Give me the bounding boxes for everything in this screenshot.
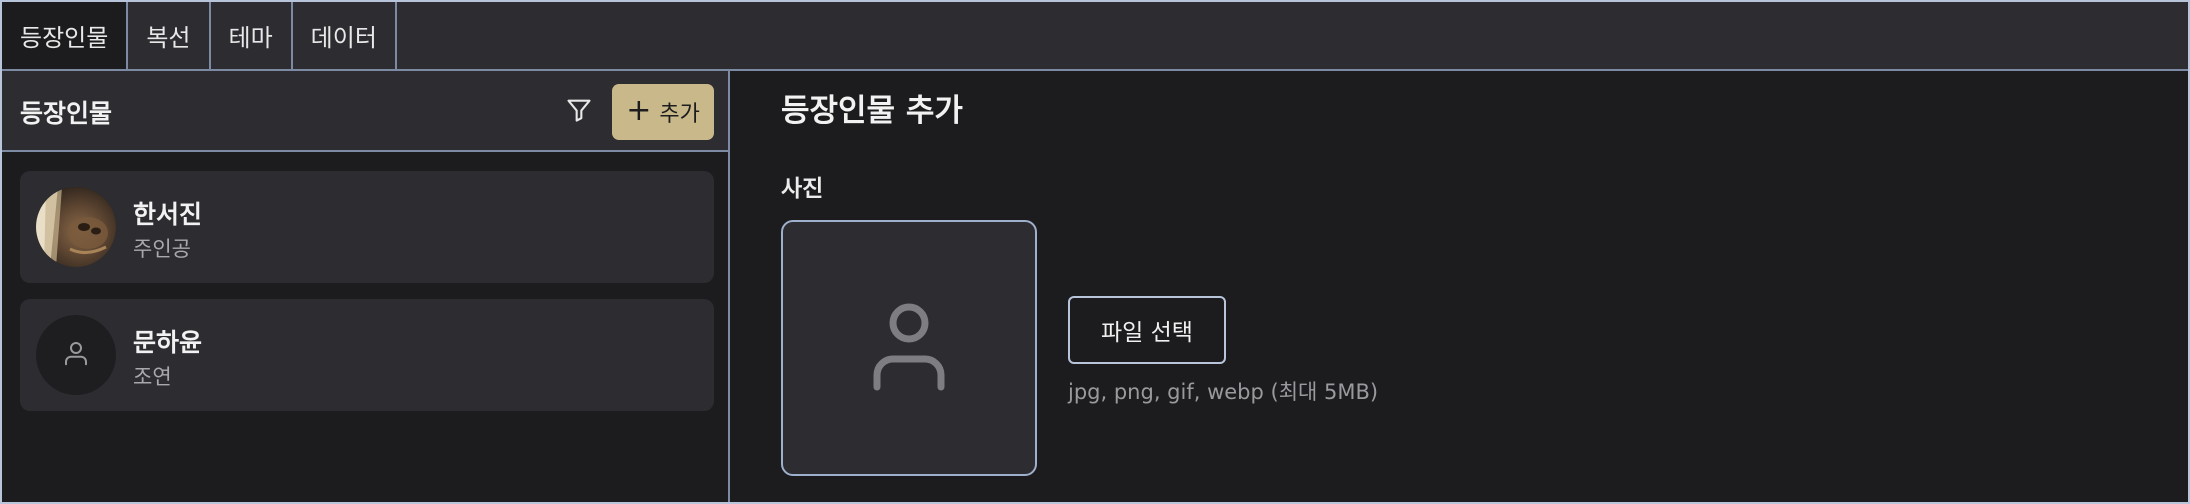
app-window: 등장인물 복선 테마 데이터 등장인물 + 추가 한서진 주인공 문하윤 조연 … <box>0 0 2190 504</box>
avatar <box>36 315 116 395</box>
character-name: 한서진 <box>133 200 203 229</box>
tab-theme[interactable]: 테마 <box>211 2 293 69</box>
photo-label: 사진 <box>781 176 824 202</box>
choose-file-button[interactable]: 파일 선택 <box>1068 296 1226 364</box>
character-card[interactable]: 문하윤 조연 <box>20 299 714 411</box>
add-character-button[interactable]: + 추가 <box>612 84 714 140</box>
character-card[interactable]: 한서진 주인공 <box>20 171 714 283</box>
photo-preview[interactable] <box>781 220 1037 476</box>
character-sidebar: 등장인물 + 추가 한서진 주인공 문하윤 조연 <box>2 71 730 502</box>
add-character-panel: 등장인물 추가 사진 파일 선택 jpg, png, gif, webp (최대… <box>732 71 2188 502</box>
tab-characters[interactable]: 등장인물 <box>2 2 129 69</box>
tab-bar: 등장인물 복선 테마 데이터 <box>2 2 2188 71</box>
plus-icon: + <box>626 92 652 128</box>
sidebar-title: 등장인물 <box>20 99 113 128</box>
filter-button[interactable] <box>562 95 596 129</box>
tab-data[interactable]: 데이터 <box>293 2 397 69</box>
person-placeholder-icon <box>871 301 947 395</box>
character-name: 문하윤 <box>133 328 203 357</box>
avatar <box>36 187 116 267</box>
person-icon <box>61 338 91 372</box>
add-button-label: 추가 <box>659 102 700 127</box>
character-role: 주인공 <box>133 237 191 261</box>
tab-foreshadowing[interactable]: 복선 <box>128 2 211 69</box>
character-role: 조연 <box>133 365 172 389</box>
file-format-hint: jpg, png, gif, webp (최대 5MB) <box>1068 380 1379 404</box>
page-title: 등장인물 추가 <box>781 93 963 129</box>
filter-icon <box>565 96 593 128</box>
sidebar-header: 등장인물 + 추가 <box>2 71 728 152</box>
